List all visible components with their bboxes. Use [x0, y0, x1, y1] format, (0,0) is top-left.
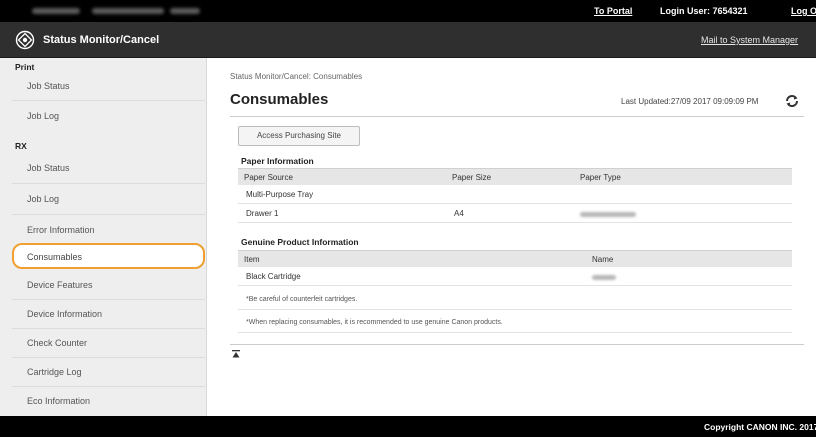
- divider: [230, 116, 804, 117]
- sidebar-item-label: Job Log: [27, 111, 60, 121]
- divider: [238, 332, 792, 333]
- main-content: Status Monitor/Cancel: Consumables Consu…: [208, 58, 816, 416]
- sidebar-item-print-job-log[interactable]: Job Log: [12, 102, 205, 130]
- to-portal-link[interactable]: To Portal: [594, 6, 632, 16]
- divider: [230, 344, 804, 345]
- redacted-text: [170, 8, 200, 14]
- sidebar-item-label: Eco Information: [27, 396, 91, 406]
- top-bar: To Portal Login User: 7654321 Log Out: [0, 0, 816, 22]
- sidebar-item-check-counter[interactable]: Check Counter: [12, 329, 205, 357]
- sidebar-item-label: Job Status: [27, 163, 70, 173]
- sidebar-item-print-job-status[interactable]: Job Status: [12, 72, 205, 100]
- refresh-icon[interactable]: [784, 93, 800, 109]
- column-header-paper-source: Paper Source: [244, 173, 293, 182]
- item-cell: Black Cartridge: [246, 272, 301, 281]
- access-purchasing-site-button[interactable]: Access Purchasing Site: [238, 126, 360, 146]
- log-out-link[interactable]: Log Out: [791, 6, 816, 16]
- copyright-text: Copyright CANON INC. 2017: [704, 422, 816, 432]
- mail-to-system-manager-link[interactable]: Mail to System Manager: [701, 35, 798, 45]
- genuine-products-note: *When replacing consumables, it is recom…: [246, 319, 503, 326]
- title-bar: Status Monitor/Cancel Mail to System Man…: [0, 22, 816, 58]
- sidebar-item-label: Job Status: [27, 81, 70, 91]
- divider: [12, 100, 205, 101]
- column-header-paper-size: Paper Size: [452, 173, 492, 182]
- divider: [12, 183, 205, 184]
- table-row: Multi-Purpose Tray: [238, 185, 792, 204]
- last-updated-label: Last Updated:27/09 2017 09:09:09 PM: [621, 97, 759, 106]
- app-title: Status Monitor/Cancel: [43, 34, 160, 46]
- sidebar-item-label: Consumables: [27, 252, 83, 262]
- sidebar-item-device-information[interactable]: Device Information: [12, 300, 205, 328]
- column-header-item: Item: [244, 255, 260, 264]
- paper-information-table: Paper Source Paper Size Paper Type Multi…: [238, 168, 792, 223]
- genuine-product-information-title: Genuine Product Information: [241, 237, 359, 247]
- sidebar-item-label: Device Information: [27, 309, 103, 319]
- sidebar-item-device-features[interactable]: Device Features: [12, 271, 205, 299]
- table-header: Paper Source Paper Size Paper Type: [238, 168, 792, 185]
- breadcrumb: Status Monitor/Cancel: Consumables: [230, 72, 363, 81]
- table-header: Item Name: [238, 250, 792, 267]
- table-row: Black Cartridge: [238, 267, 792, 286]
- redacted-text: [32, 8, 80, 14]
- column-header-paper-type: Paper Type: [580, 173, 621, 182]
- sidebar-item-label: Device Features: [27, 280, 93, 290]
- footer: Copyright CANON INC. 2017: [0, 416, 816, 437]
- sidebar-item-cartridge-log[interactable]: Cartridge Log: [12, 358, 205, 386]
- counterfeit-note: *Be careful of counterfeit cartridges.: [246, 296, 358, 303]
- name-cell-redacted: [592, 273, 616, 282]
- back-to-top-icon[interactable]: [232, 350, 240, 358]
- divider: [12, 214, 205, 215]
- page-title: Consumables: [230, 91, 329, 108]
- paper-source-cell: Multi-Purpose Tray: [246, 190, 314, 199]
- status-monitor-icon: [15, 30, 35, 50]
- sidebar-item-rx-job-log[interactable]: Job Log: [12, 185, 205, 213]
- sidebar-item-label: Error Information: [27, 225, 95, 235]
- paper-size-cell: A4: [454, 209, 464, 218]
- divider: [238, 309, 792, 310]
- sidebar-item-eco-information[interactable]: Eco Information: [12, 387, 205, 415]
- paper-information-title: Paper Information: [241, 156, 314, 166]
- genuine-product-table: Item Name Black Cartridge: [238, 250, 792, 286]
- sidebar-heading-print: Print: [15, 62, 35, 72]
- sidebar-item-error-information[interactable]: Error Information: [12, 216, 205, 244]
- sidebar: Print Job Status Job Log RX Job Status J…: [0, 58, 207, 416]
- redacted-text: [92, 8, 164, 14]
- sidebar-heading-rx: RX: [15, 141, 27, 151]
- redacted-text: [580, 212, 636, 218]
- column-header-name: Name: [592, 255, 614, 264]
- paper-source-cell: Drawer 1: [246, 209, 279, 218]
- sidebar-item-label: Cartridge Log: [27, 367, 82, 377]
- redacted-text: [592, 275, 616, 281]
- table-row: Drawer 1 A4: [238, 204, 792, 223]
- paper-type-cell-redacted: [580, 210, 636, 219]
- sidebar-item-rx-job-status[interactable]: Job Status: [12, 154, 205, 182]
- login-user-label: Login User: 7654321: [660, 6, 748, 16]
- sidebar-item-consumables[interactable]: Consumables: [12, 243, 205, 269]
- sidebar-item-label: Job Log: [27, 194, 60, 204]
- sidebar-item-label: Check Counter: [27, 338, 88, 348]
